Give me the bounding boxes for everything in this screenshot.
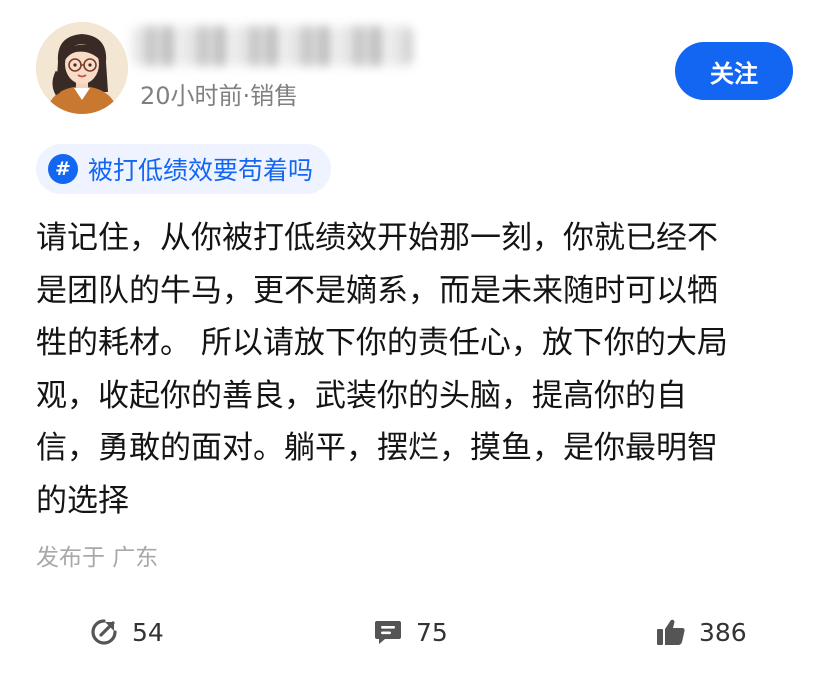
post-body: 请记住，从你被打低绩效开始那一刻，你就已经不 是团队的牛马，更不是嫡系，而是未来… xyxy=(36,212,796,528)
comment-button[interactable]: 75 xyxy=(372,612,448,652)
hash-icon: # xyxy=(48,154,78,184)
share-button[interactable]: 54 xyxy=(88,612,164,652)
username-redacted xyxy=(132,26,412,66)
topic-label: 被打低绩效要苟着吗 xyxy=(88,156,314,185)
like-button[interactable]: 386 xyxy=(655,612,747,652)
follow-button[interactable]: 关注 xyxy=(675,42,793,100)
post-meta: 20小时前·销售 xyxy=(140,82,299,110)
comment-icon xyxy=(372,616,404,648)
post-line: 信，勇敢的面对。躺平，摆烂，摸鱼，是你最明智 xyxy=(36,430,718,467)
topic-tag[interactable]: # 被打低绩效要苟着吗 xyxy=(36,144,332,194)
share-count: 54 xyxy=(132,617,164,647)
post-line: 的选择 xyxy=(36,482,129,519)
post-line: 请记住，从你被打低绩效开始那一刻，你就已经不 xyxy=(36,220,718,256)
post-line: 牲的耗材。 所以请放下你的责任心，放下你的大局 xyxy=(36,325,728,362)
post-location: 发布于 广东 xyxy=(36,545,159,571)
like-count: 386 xyxy=(699,617,747,647)
share-icon xyxy=(88,616,120,648)
comment-count: 75 xyxy=(416,617,448,647)
avatar-illustration xyxy=(36,22,128,114)
thumbs-up-icon xyxy=(655,616,687,648)
avatar[interactable] xyxy=(36,22,128,114)
post-line: 是团队的牛马，更不是嫡系，而是未来随时可以牺 xyxy=(36,272,718,309)
post-line: 观，收起你的善良，武装你的头脑，提高你的自 xyxy=(36,377,687,414)
